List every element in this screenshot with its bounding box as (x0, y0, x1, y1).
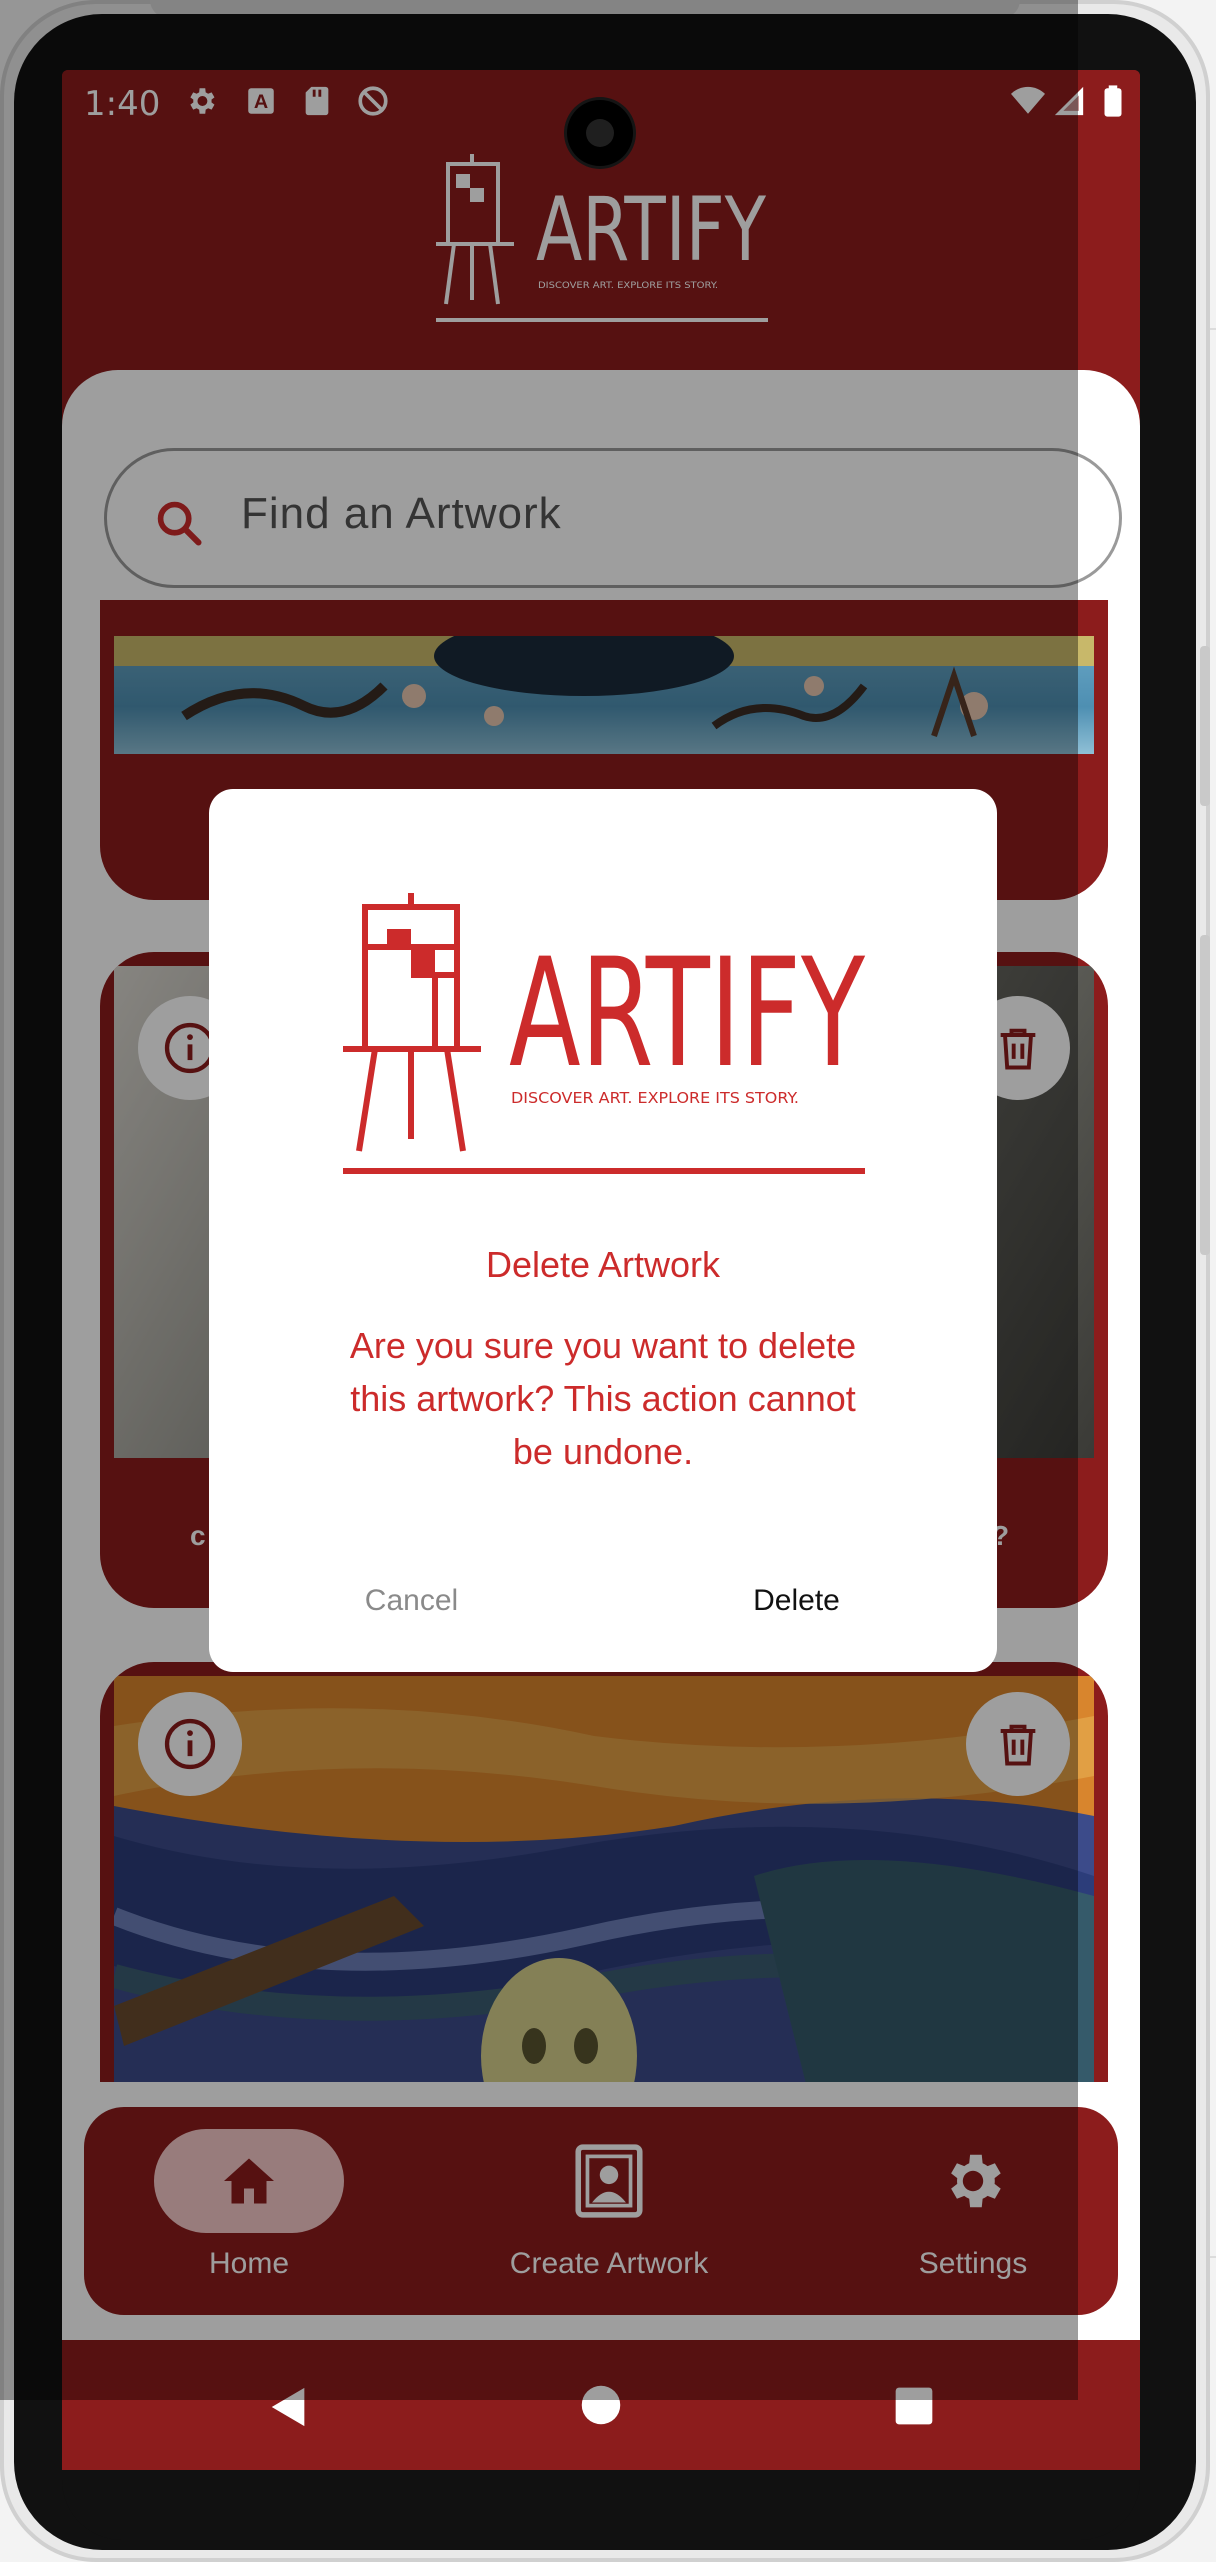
delete-artwork-dialog: ARTIFY DISCOVER ART. EXPLORE ITS STORY. … (209, 789, 997, 1672)
dialog-artify-logo: ARTIFY DISCOVER ART. EXPLORE ITS STORY. (343, 893, 865, 1174)
volume-button (1200, 646, 1210, 806)
cancel-button[interactable]: Cancel (329, 1584, 494, 1618)
power-button (1200, 935, 1210, 1255)
svg-text:DISCOVER ART. EXPLORE ITS STOR: DISCOVER ART. EXPLORE ITS STORY. (511, 1089, 799, 1107)
dialog-title: Delete Artwork (485, 1244, 721, 1285)
phone-chin (62, 2470, 1140, 2540)
svg-text:ARTIFY: ARTIFY (509, 927, 865, 1101)
dialog-message: Are you sure you want to delete this art… (349, 1325, 857, 1472)
battery-status-icon (1104, 85, 1122, 117)
delete-button[interactable]: Delete (714, 1584, 879, 1618)
